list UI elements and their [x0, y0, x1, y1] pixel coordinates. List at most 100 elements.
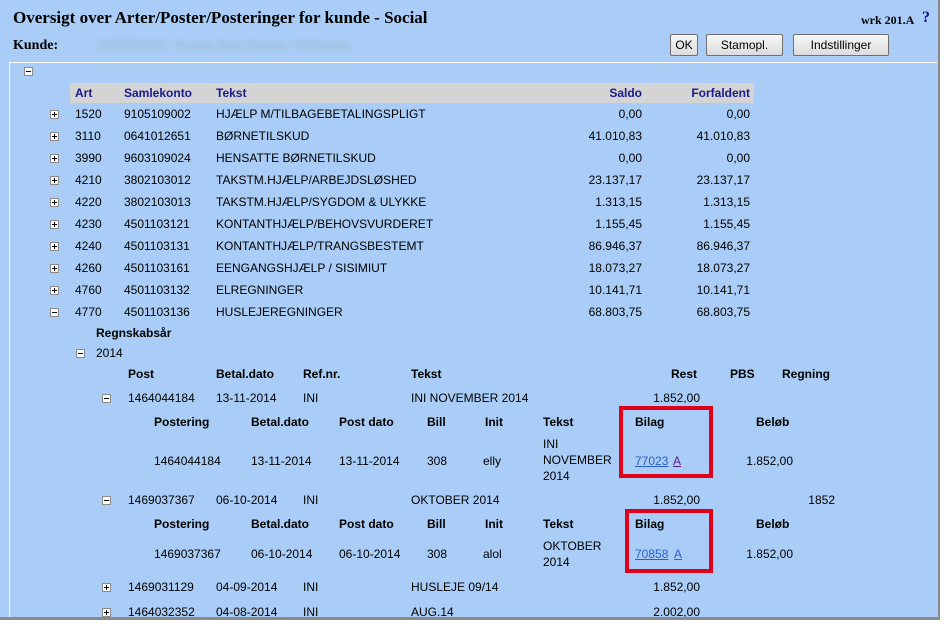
post-tekst: INI NOVEMBER 2014	[411, 391, 529, 405]
postering-bill: 308	[427, 547, 448, 561]
samlekonto: 0641012651	[124, 129, 191, 143]
window: Oversigt over Arter/Poster/Posteringer f…	[0, 0, 940, 620]
art-tekst: KONTANTHJÆLP/TRANGSBESTEMT	[216, 239, 424, 253]
header-tekst: Tekst	[216, 86, 247, 100]
postering-tekst-line: INI	[543, 437, 559, 451]
postering-post-dato: 06-10-2014	[339, 547, 401, 561]
post-betal-dato: 06-10-2014	[216, 493, 278, 507]
postering-init: elly	[483, 454, 502, 468]
post-header-rest: Rest	[671, 367, 698, 381]
art-tekst: TAKSTM.HJÆLP/SYGDOM & ULYKKE	[216, 195, 427, 209]
collapse-toggle[interactable]	[102, 394, 111, 403]
saldo: 0,00	[618, 107, 642, 121]
art-code: 1520	[75, 107, 102, 121]
expand-toggle[interactable]	[102, 608, 111, 617]
samlekonto: 3802103013	[124, 195, 191, 209]
header-art: Art	[75, 86, 93, 100]
art-code: 3110	[75, 129, 101, 143]
post-betal-dato: 04-08-2014	[216, 605, 278, 619]
post-tekst: HUSLEJE 09/14	[411, 580, 499, 594]
forfaldent: 68.803,75	[696, 305, 750, 319]
collapse-toggle[interactable]	[102, 496, 111, 505]
art-tekst: EENGANGSHJÆLP / SISIMIUT	[216, 261, 388, 275]
header-saldo: Saldo	[609, 86, 642, 100]
kunde-label: Kunde:	[13, 38, 59, 53]
expand-toggle[interactable]	[50, 198, 59, 207]
art-code: 4760	[75, 283, 102, 297]
postering-post-dato: 13-11-2014	[339, 454, 400, 468]
postering-betal-dato: 13-11-2014	[251, 454, 312, 468]
art-code: 4240	[75, 239, 102, 253]
post-header-post: Post	[128, 367, 155, 381]
ok-button[interactable]: OK	[670, 34, 698, 56]
postering-bill: 308	[427, 454, 448, 468]
art-code: 4220	[75, 195, 102, 209]
art-code: 4210	[75, 173, 102, 187]
collapse-all-toggle[interactable]	[24, 67, 33, 76]
post-number: 1469037367	[128, 493, 195, 507]
collapse-toggle[interactable]	[50, 308, 59, 317]
post-number: 1469031129	[128, 580, 194, 594]
postering-header-postering: Postering	[154, 415, 210, 429]
art-code: 4770	[75, 305, 102, 319]
collapse-toggle[interactable]	[76, 349, 85, 358]
saldo: 41.010,83	[588, 129, 642, 143]
forfaldent: 1.313,15	[703, 195, 750, 209]
post-header-ref-nr: Ref.nr.	[303, 367, 341, 381]
expand-toggle[interactable]	[102, 583, 111, 592]
help-icon[interactable]: ?	[922, 9, 930, 27]
samlekonto: 4501103121	[124, 217, 190, 231]
art-tekst: HJÆLP M/TILBAGEBETALINGSPLIGT	[216, 107, 426, 121]
forfaldent: 10.141,71	[696, 283, 750, 297]
samlekonto: 9105109002	[124, 107, 191, 121]
post-rest: 1.852,00	[653, 580, 700, 594]
saldo: 10.141,71	[588, 283, 642, 297]
saldo: 86.946,37	[588, 239, 642, 253]
expand-toggle[interactable]	[50, 286, 59, 295]
postering-tekst-line: OKTOBER	[543, 539, 602, 553]
saldo: 23.137,17	[588, 173, 642, 187]
expand-toggle[interactable]	[50, 132, 59, 141]
post-tekst: OKTOBER 2014	[411, 493, 500, 507]
post-header-tekst: Tekst	[411, 367, 442, 381]
expand-toggle[interactable]	[50, 110, 59, 119]
stamopl-button[interactable]: Stamopl.	[706, 34, 783, 56]
art-tekst: BØRNETILSKUD	[216, 129, 310, 143]
post-number: 1464044184	[128, 391, 195, 405]
expand-toggle[interactable]	[50, 220, 59, 229]
art-code: 4260	[75, 261, 102, 275]
postering-beloeb: 1.852,00	[746, 547, 793, 561]
saldo: 1.155,45	[595, 217, 642, 231]
postering-betal-dato: 06-10-2014	[251, 547, 313, 561]
postering-header-betal-dato: Betal.dato	[251, 415, 310, 429]
bilag-highlight	[619, 406, 713, 478]
expand-toggle[interactable]	[50, 264, 59, 273]
post-ref-nr: INI	[303, 493, 319, 507]
art-tekst: HENSATTE BØRNETILSKUD	[216, 151, 376, 165]
postering-header-bill: Bill	[427, 415, 446, 429]
art-code: 4230	[75, 217, 102, 231]
post-ref-nr: INI	[303, 605, 319, 619]
indstillinger-button[interactable]: Indstillinger	[793, 34, 889, 56]
expand-toggle[interactable]	[50, 154, 59, 163]
forfaldent: 0,00	[726, 151, 750, 165]
saldo: 1.313,15	[595, 195, 642, 209]
forfaldent: 23.137,17	[696, 173, 750, 187]
postering-header-bill: Bill	[427, 517, 446, 531]
post-betal-dato: 13-11-2014	[216, 391, 277, 405]
postering-header-post-dato: Post dato	[339, 517, 394, 531]
post-tekst: AUG.14	[411, 605, 454, 619]
postering-tekst-line: NOVEMBER	[543, 453, 612, 467]
post-header-regning: Regning	[782, 367, 830, 381]
expand-toggle[interactable]	[50, 176, 59, 185]
postering-number: 1464044184	[154, 454, 221, 468]
postering-header-tekst: Tekst	[543, 517, 574, 531]
samlekonto: 9603109024	[124, 151, 191, 165]
postering-header-beloeb: Beløb	[756, 517, 790, 531]
header-forfaldent: Forfaldent	[691, 86, 750, 100]
window-title: Oversigt over Arter/Poster/Posteringer f…	[13, 8, 428, 27]
forfaldent: 1.155,45	[703, 217, 750, 231]
post-rest: 1.852,00	[653, 493, 700, 507]
post-number: 1464032352	[128, 605, 195, 619]
expand-toggle[interactable]	[50, 242, 59, 251]
